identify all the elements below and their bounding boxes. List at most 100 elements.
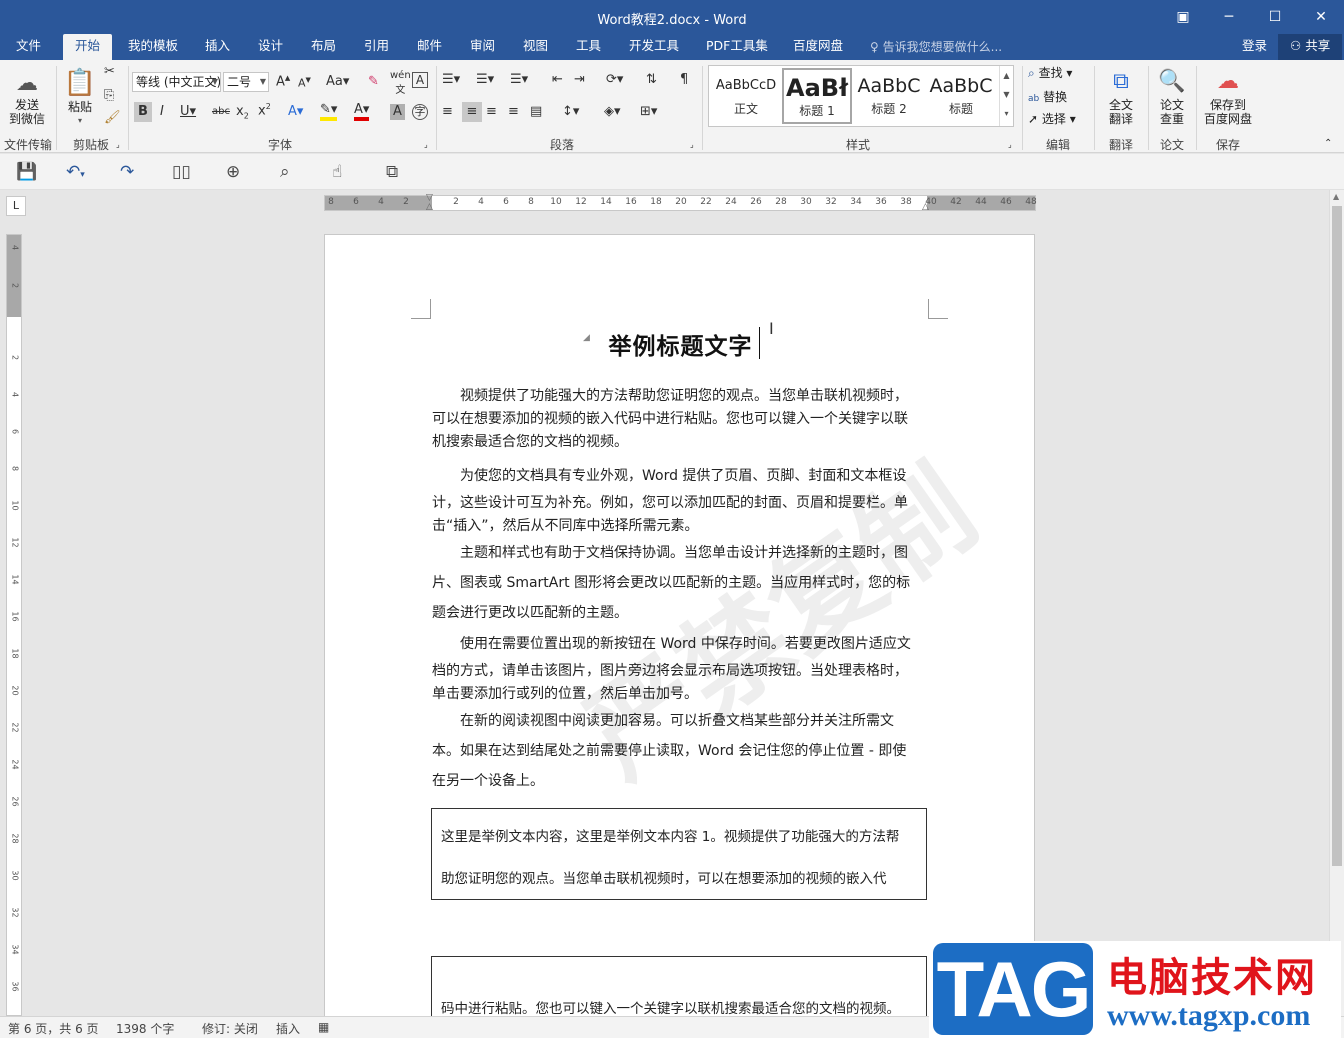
replace-button[interactable]: ab 替换 xyxy=(1028,90,1067,106)
styles-scroll[interactable]: ▲ ▼ ▾ xyxy=(999,66,1013,126)
align-left-icon[interactable]: ≡ xyxy=(442,104,453,119)
track-changes-status[interactable]: 修订: 关闭 xyxy=(202,1020,258,1037)
text-box[interactable]: 这里是举例文本内容，这里是举例文本内容 1。视频提供了功能强大的方法帮 助您证明… xyxy=(431,808,927,900)
redo-icon[interactable]: ↷ xyxy=(120,162,134,182)
print-preview-icon[interactable]: ⌕ xyxy=(280,162,290,182)
tab-layout[interactable]: 布局 xyxy=(299,34,348,60)
font-color-icon[interactable]: A▾ xyxy=(354,102,370,121)
sort-icon[interactable]: ⇅ xyxy=(646,72,657,87)
collapse-ribbon-icon[interactable]: ⌃ xyxy=(1324,138,1332,149)
undo-icon[interactable]: ↶▾ xyxy=(66,162,85,182)
italic-icon[interactable]: I xyxy=(160,104,164,119)
insert-mode[interactable]: 插入 xyxy=(276,1020,300,1037)
paragraph[interactable]: 为使您的文档具有专业外观，Word 提供了页眉、页脚、封面和文本框设 计，这些设… xyxy=(432,460,925,538)
save-to-baidu-button[interactable]: ☁ 保存到 百度网盘 xyxy=(1200,66,1256,126)
decrease-indent-icon[interactable]: ⇤ xyxy=(552,72,563,87)
hanging-indent-marker-icon[interactable]: △ xyxy=(426,202,433,212)
read-mode-icon[interactable]: ▯▯ xyxy=(172,162,191,182)
char-border-icon[interactable]: A xyxy=(412,72,428,88)
vertical-ruler[interactable]: 4 2 2 4 6 8 10 12 14 16 18 20 22 24 26 2… xyxy=(6,234,22,1016)
align-center-icon[interactable]: ≡ xyxy=(462,102,482,122)
text-effects-icon[interactable]: A▾ xyxy=(288,104,303,119)
style-heading-1[interactable]: AaBł 标题 1 xyxy=(782,68,852,124)
bullets-icon[interactable]: ☰▾ xyxy=(442,72,460,87)
borders-icon[interactable]: ⊞▾ xyxy=(640,104,657,119)
paper-check-button[interactable]: 🔍 论文 查重 xyxy=(1152,66,1192,126)
subscript-icon[interactable]: x2 xyxy=(236,104,249,121)
highlight-color-icon[interactable]: ✎▾ xyxy=(320,102,338,121)
style-heading-2[interactable]: AaBbC 标题 2 xyxy=(854,68,924,124)
shading-icon[interactable]: ◈▾ xyxy=(604,104,621,119)
tell-me-box[interactable]: ♀ 告诉我您想要做什么... xyxy=(870,38,1002,55)
char-shading-icon[interactable]: A xyxy=(390,104,405,120)
paragraph[interactable]: 视频提供了功能强大的方法帮助您证明您的观点。当您单击联机视频时， 可以在想要添加… xyxy=(432,385,925,454)
customize-qat-icon[interactable]: ⧉ xyxy=(386,162,398,182)
send-to-wechat-button[interactable]: ☁ 发送 到微信 xyxy=(6,70,48,126)
find-button[interactable]: ⌕ 查找 ▾ xyxy=(1028,66,1072,80)
tab-pdf-tools[interactable]: PDF工具集 xyxy=(694,34,780,60)
underline-icon[interactable]: U▾ xyxy=(180,104,196,119)
change-case-icon[interactable]: Aa▾ xyxy=(326,74,349,89)
styles-launcher-icon[interactable]: ⌟ xyxy=(1008,140,1012,149)
paragraph[interactable]: 主题和样式也有助于文档保持协调。当您单击设计并选择新的主题时，图 片、图表或 S… xyxy=(432,538,925,628)
style-normal[interactable]: AaBbCcD 正文 xyxy=(711,68,781,124)
tab-insert[interactable]: 插入 xyxy=(193,34,242,60)
right-indent-marker-icon[interactable]: △ xyxy=(922,202,929,212)
maximize-icon[interactable]: ☐ xyxy=(1252,0,1298,34)
vertical-scrollbar[interactable]: ▲ xyxy=(1329,190,1344,1016)
macro-recording-icon[interactable]: ▦ xyxy=(318,1020,329,1034)
paragraph[interactable]: 使用在需要位置出现的新按钮在 Word 中保存时间。若要更改图片适应文 档的方式… xyxy=(432,628,925,706)
tab-view[interactable]: 视图 xyxy=(511,34,560,60)
font-name-combo[interactable]: 等线 (中文正文) ▼ xyxy=(132,72,221,92)
tab-selector-icon[interactable]: L xyxy=(6,196,26,216)
paragraph[interactable]: 在新的阅读视图中阅读更加容易。可以折叠文档某些部分并关注所需文 本。如果在达到结… xyxy=(432,706,925,796)
format-painter-icon[interactable]: 🖌 xyxy=(104,110,121,125)
web-layout-icon[interactable]: ⊕ xyxy=(226,162,240,182)
tab-file[interactable]: 文件 xyxy=(4,34,53,60)
superscript-icon[interactable]: x2 xyxy=(258,102,271,118)
share-button[interactable]: ⚇ 共享 xyxy=(1278,34,1343,60)
distributed-icon[interactable]: ▤ xyxy=(530,104,542,119)
line-spacing-icon[interactable]: ↕▾ xyxy=(562,104,579,119)
font-launcher-icon[interactable]: ⌟ xyxy=(424,140,428,149)
login-link[interactable]: 登录 xyxy=(1230,34,1279,60)
shrink-font-icon[interactable]: A▼ xyxy=(298,76,311,90)
clear-formatting-icon[interactable]: ✎ xyxy=(368,74,379,89)
align-right-icon[interactable]: ≡ xyxy=(486,104,497,119)
numbering-icon[interactable]: ☰▾ xyxy=(476,72,494,87)
tab-home[interactable]: 开始 xyxy=(63,34,113,60)
tab-baidu-netdisk[interactable]: 百度网盘 xyxy=(781,34,855,60)
tab-design[interactable]: 设计 xyxy=(246,34,295,60)
save-icon[interactable]: 💾 xyxy=(16,162,37,182)
strikethrough-icon[interactable]: abc xyxy=(212,106,230,117)
tab-developer[interactable]: 开发工具 xyxy=(617,34,691,60)
scroll-up-icon[interactable]: ▲ xyxy=(1333,192,1339,201)
style-title[interactable]: AaBbC 标题 xyxy=(926,68,996,124)
grow-font-icon[interactable]: A▲ xyxy=(276,74,290,89)
word-count[interactable]: 1398 个字 xyxy=(116,1020,174,1037)
minimize-icon[interactable]: ─ xyxy=(1206,0,1252,34)
close-icon[interactable]: ✕ xyxy=(1298,0,1344,34)
copy-icon[interactable]: ⎘ xyxy=(104,88,114,103)
increase-indent-icon[interactable]: ⇥ xyxy=(574,72,585,87)
touch-mode-icon[interactable]: ☝ xyxy=(332,162,342,182)
multilevel-list-icon[interactable]: ☰▾ xyxy=(510,72,528,87)
tab-mailings[interactable]: 邮件 xyxy=(405,34,454,60)
font-size-combo[interactable]: 二号 ▼ xyxy=(223,72,269,92)
tab-my-templates[interactable]: 我的模板 xyxy=(116,34,190,60)
scroll-thumb[interactable] xyxy=(1332,206,1342,866)
cut-icon[interactable]: ✂ xyxy=(104,64,115,79)
full-text-translate-button[interactable]: ⧉ 全文 翻译 xyxy=(1100,66,1142,126)
ribbon-display-options-icon[interactable]: ▣ xyxy=(1160,0,1206,34)
paste-button[interactable]: 📋 粘贴 ▾ xyxy=(62,66,98,128)
chinese-layout-icon[interactable]: ⟳▾ xyxy=(606,72,623,87)
select-button[interactable]: ➚ 选择 ▾ xyxy=(1028,112,1076,126)
tab-references[interactable]: 引用 xyxy=(352,34,401,60)
document-page[interactable]: 严禁复制 ◢ 举例标题文字 I 视频提供了功能强大的方法帮助您证明您的观点。当您… xyxy=(324,234,1035,1036)
clipboard-launcher-icon[interactable]: ⌟ xyxy=(116,140,120,149)
tab-review[interactable]: 审阅 xyxy=(458,34,507,60)
justify-icon[interactable]: ≡ xyxy=(508,104,519,119)
paragraph-launcher-icon[interactable]: ⌟ xyxy=(690,140,694,149)
enclose-characters-icon[interactable]: 字 xyxy=(412,104,428,120)
horizontal-ruler[interactable]: 8 6 4 2 2 4 6 8 10 12 14 16 18 20 22 24 … xyxy=(324,193,1037,212)
